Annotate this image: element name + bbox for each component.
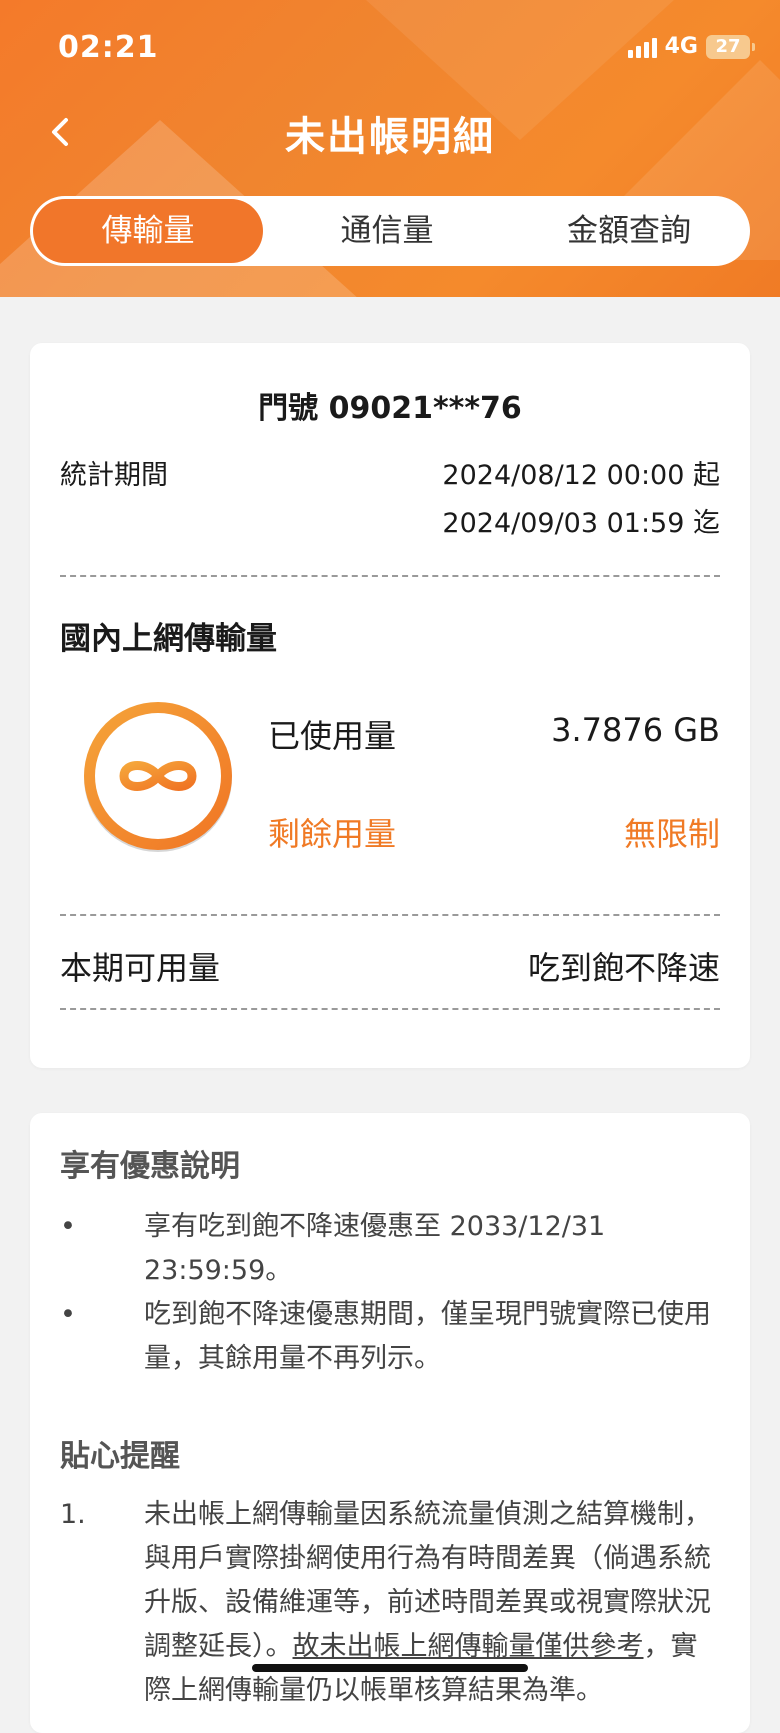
period-start: 2024/08/12 00:00 起 (442, 460, 720, 491)
battery-icon: 27 (706, 34, 755, 59)
used-value: 3.7876 GB (551, 711, 720, 749)
reminder-line: 調整延長）。故未出帳上網傳輸量僅供參考，實 (144, 1631, 698, 1662)
tab-transfer[interactable]: 傳輸量 (33, 199, 263, 263)
header-bar: 02:21 4G 27 未出帳明細 傳輸量 通信量 金額查詢 (0, 0, 780, 297)
offer-card: 享有優惠說明 • 享有吃到飽不降速優惠至 2033/12/31 23:59:59… (30, 1113, 750, 1733)
divider (60, 575, 720, 577)
reminder-line: 與用戶實際掛網使用行為有時間差異（倘遇系統 (144, 1543, 711, 1574)
infinity-icon (84, 702, 232, 852)
period-end-row: 2024/09/03 01:59 迄 (60, 501, 720, 541)
reminder-number: 1. (60, 1499, 86, 1530)
period-label: 統計期間 (60, 460, 168, 491)
remaining-row: 剩餘用量 無限制 (268, 809, 720, 853)
divider (60, 914, 720, 916)
usage-card: 門號 09021***76 統計期間 2024/08/12 00:00 起 20… (30, 343, 750, 1068)
available-label: 本期可用量 (60, 949, 221, 987)
bullet-mark: • (60, 1299, 76, 1330)
page-title: 未出帳明細 (285, 114, 495, 160)
period-end: 2024/09/03 01:59 迄 (442, 508, 720, 539)
remaining-label: 剩餘用量 (268, 815, 397, 853)
reminder-line: 升版、設備維運等，前述時間差異或視實際狀況 (144, 1587, 711, 1618)
underlined-text: 故未出帳上網傳輸量僅供參考 (292, 1631, 644, 1662)
remaining-value: 無限制 (623, 815, 720, 853)
offer-title: 享有優惠說明 (60, 1149, 240, 1184)
period-row: 統計期間 2024/08/12 00:00 起 (60, 453, 720, 493)
available-row: 本期可用量 吃到飽不降速 (60, 943, 720, 987)
bullet-mark: • (60, 1211, 76, 1242)
tab-calls[interactable]: 通信量 (266, 196, 508, 266)
reminder-title: 貼心提醒 (60, 1439, 180, 1474)
available-value: 吃到飽不降速 (527, 949, 720, 987)
used-label: 已使用量 (268, 717, 397, 755)
phone-number: 門號 09021***76 (258, 391, 522, 426)
bullet-text-line1: 享有吃到飽不降速優惠至 2033/12/31 (144, 1211, 606, 1242)
status-time: 02:21 (58, 30, 159, 65)
list-item: • 吃到飽不降速優惠期間，僅呈現門號實際已使用 量，其餘用量不再列示。 (60, 1293, 714, 1381)
tab-amount[interactable]: 金額查詢 (508, 196, 750, 266)
bullet-text-line2: 量，其餘用量不再列示。 (144, 1343, 441, 1374)
divider (60, 1008, 720, 1010)
battery-level: 27 (715, 36, 741, 57)
list-item: • 享有吃到飽不降速優惠至 2033/12/31 23:59:59。 (60, 1205, 714, 1293)
network-type: 4G (664, 34, 698, 59)
used-row: 已使用量 3.7876 GB (268, 711, 720, 755)
list-item: 1. 未出帳上網傳輸量因系統流量偵測之結算機制， 與用戶實際掛網使用行為有時間差… (60, 1493, 714, 1713)
reminder-line: 際上網傳輸量仍以帳單核算結果為準。 (144, 1675, 603, 1706)
reminder-line: 未出帳上網傳輸量因系統流量偵測之結算機制， (144, 1499, 711, 1530)
signal-icon (627, 36, 657, 58)
tab-bar: 傳輸量 通信量 金額查詢 (30, 196, 750, 266)
status-indicators: 4G 27 (627, 34, 755, 59)
bullet-text-line1: 吃到飽不降速優惠期間，僅呈現門號實際已使用 (144, 1299, 711, 1330)
status-bar: 02:21 4G 27 (58, 30, 755, 65)
bullet-text-line2: 23:59:59。 (144, 1255, 293, 1286)
home-indicator[interactable] (252, 1664, 528, 1672)
section-title: 國內上網傳輸量 (60, 621, 277, 657)
